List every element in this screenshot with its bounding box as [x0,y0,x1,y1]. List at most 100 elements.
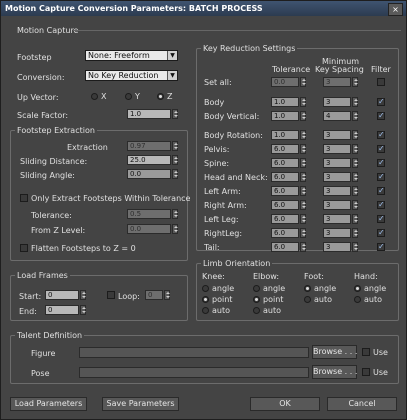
key-reduction-tolerance-input[interactable]: 6.0 [271,158,299,168]
key-reduction-filter-checkbox[interactable]: ✓ [377,159,385,167]
extraction-input[interactable]: 0.97 [127,141,171,151]
figure-use-checkbox[interactable] [362,348,370,356]
key-reduction-tolerance-spinner[interactable] [300,111,306,121]
key-reduction-filter-checkbox[interactable]: ✓ [377,112,385,120]
key-reduction-filter-checkbox[interactable]: ✓ [377,215,385,223]
key-reduction-tolerance-spinner[interactable] [300,158,306,168]
only-extract-checkbox[interactable] [20,194,28,202]
key-reduction-filter-checkbox[interactable]: ✓ [377,145,385,153]
key-reduction-spacing-input[interactable]: 3 [323,172,351,182]
key-reduction-spacing-spinner[interactable] [352,186,358,196]
key-reduction-tolerance-spinner[interactable] [300,186,306,196]
key-reduction-filter-checkbox[interactable]: ✓ [377,173,385,181]
key-reduction-tolerance-input[interactable]: 0.0 [271,77,299,87]
key-reduction-filter-checkbox[interactable]: ✓ [377,243,385,251]
load-parameters-button[interactable]: Load Parameters [10,397,87,411]
key-reduction-spacing-spinner[interactable] [352,130,358,140]
limb-auto-radio[interactable] [304,296,311,303]
pose-use-checkbox[interactable] [362,368,370,376]
key-reduction-spacing-spinner[interactable] [352,200,358,210]
key-reduction-spacing-spinner[interactable] [352,144,358,154]
ok-button[interactable]: OK [250,397,320,411]
sliding-distance-spinner[interactable] [172,155,178,165]
start-frame-spinner[interactable] [80,290,86,300]
key-reduction-spacing-spinner[interactable] [352,111,358,121]
key-reduction-spacing-input[interactable]: 4 [323,111,351,121]
scale-factor-spinner[interactable] [172,109,178,119]
key-reduction-tolerance-input[interactable]: 6.0 [271,228,299,238]
key-reduction-tolerance-spinner[interactable] [300,144,306,154]
key-reduction-tolerance-input[interactable]: 1.0 [271,130,299,140]
flatten-footsteps-checkbox[interactable] [20,244,28,252]
sliding-angle-spinner[interactable] [172,169,178,179]
key-reduction-tolerance-spinner[interactable] [300,97,306,107]
key-reduction-tolerance-spinner[interactable] [300,200,306,210]
key-reduction-spacing-input[interactable]: 3 [323,144,351,154]
key-reduction-tolerance-spinner[interactable] [300,228,306,238]
key-reduction-tolerance-input[interactable]: 6.0 [271,144,299,154]
pose-path-field[interactable] [79,367,309,378]
key-reduction-tolerance-input[interactable]: 1.0 [271,111,299,121]
end-frame-input[interactable]: 0 [45,305,79,315]
close-button[interactable]: × [388,3,403,16]
key-reduction-spacing-spinner[interactable] [352,228,358,238]
sliding-angle-input[interactable]: 0.0 [127,169,171,179]
key-reduction-tolerance-spinner[interactable] [300,172,306,182]
key-reduction-spacing-spinner[interactable] [352,214,358,224]
key-reduction-tolerance-spinner[interactable] [300,130,306,140]
pose-browse-button[interactable]: Browse . . . [312,365,357,379]
key-reduction-tolerance-spinner[interactable] [300,214,306,224]
footstep-dropdown[interactable]: None: Freeform ▼ [85,50,178,61]
key-reduction-tolerance-spinner[interactable] [300,242,306,252]
key-reduction-spacing-input[interactable]: 3 [323,158,351,168]
key-reduction-tolerance-input[interactable]: 6.0 [271,200,299,210]
from-z-level-input[interactable]: 0.0 [127,224,171,234]
up-vector-z-radio[interactable] [157,93,164,100]
key-reduction-spacing-spinner[interactable] [352,172,358,182]
key-reduction-tolerance-input[interactable]: 6.0 [271,214,299,224]
key-reduction-spacing-spinner[interactable] [352,158,358,168]
key-reduction-spacing-input[interactable]: 3 [323,77,351,87]
loop-input[interactable]: 0 [145,290,163,300]
up-vector-y-radio[interactable] [125,93,132,100]
loop-spinner[interactable] [164,290,170,300]
from-z-level-spinner[interactable] [172,224,178,234]
up-vector-x-radio[interactable] [91,93,98,100]
key-reduction-filter-checkbox[interactable]: ✓ [377,131,385,139]
key-reduction-spacing-input[interactable]: 3 [323,130,351,140]
key-reduction-tolerance-input[interactable]: 1.0 [271,97,299,107]
key-reduction-tolerance-input[interactable]: 6.0 [271,186,299,196]
key-reduction-tolerance-input[interactable]: 6.0 [271,172,299,182]
key-reduction-filter-checkbox[interactable]: ✓ [377,201,385,209]
key-reduction-spacing-input[interactable]: 3 [323,242,351,252]
key-reduction-filter-checkbox[interactable]: ✓ [377,229,385,237]
start-frame-input[interactable]: 0 [45,290,79,300]
figure-browse-button[interactable]: Browse . . . [312,345,357,359]
key-reduction-spacing-input[interactable]: 3 [323,97,351,107]
key-reduction-filter-checkbox[interactable] [377,78,385,86]
key-reduction-spacing-spinner[interactable] [352,97,358,107]
key-reduction-filter-checkbox[interactable]: ✓ [377,98,385,106]
key-reduction-spacing-input[interactable]: 3 [323,186,351,196]
key-reduction-spacing-spinner[interactable] [352,242,358,252]
key-reduction-spacing-input[interactable]: 3 [323,200,351,210]
end-frame-spinner[interactable] [80,305,86,315]
conversion-dropdown[interactable]: No Key Reduction ▼ [85,70,178,81]
key-reduction-tolerance-spinner[interactable] [300,77,306,87]
limb-auto-radio[interactable] [354,296,361,303]
key-reduction-spacing-input[interactable]: 3 [323,228,351,238]
limb-point-radio[interactable] [202,296,209,303]
tolerance-spinner[interactable] [172,209,178,219]
figure-path-field[interactable] [79,347,309,358]
limb-auto-radio[interactable] [253,307,260,314]
extraction-spinner[interactable] [172,141,178,151]
limb-auto-radio[interactable] [202,307,209,314]
key-reduction-spacing-spinner[interactable] [352,77,358,87]
loop-checkbox[interactable] [107,291,115,299]
limb-angle-radio[interactable] [304,285,311,292]
key-reduction-tolerance-input[interactable]: 6.0 [271,242,299,252]
title-bar[interactable]: Motion Capture Conversion Parameters: BA… [1,1,406,16]
limb-angle-radio[interactable] [354,285,361,292]
limb-point-radio[interactable] [253,296,260,303]
sliding-distance-input[interactable]: 25.0 [127,155,171,165]
